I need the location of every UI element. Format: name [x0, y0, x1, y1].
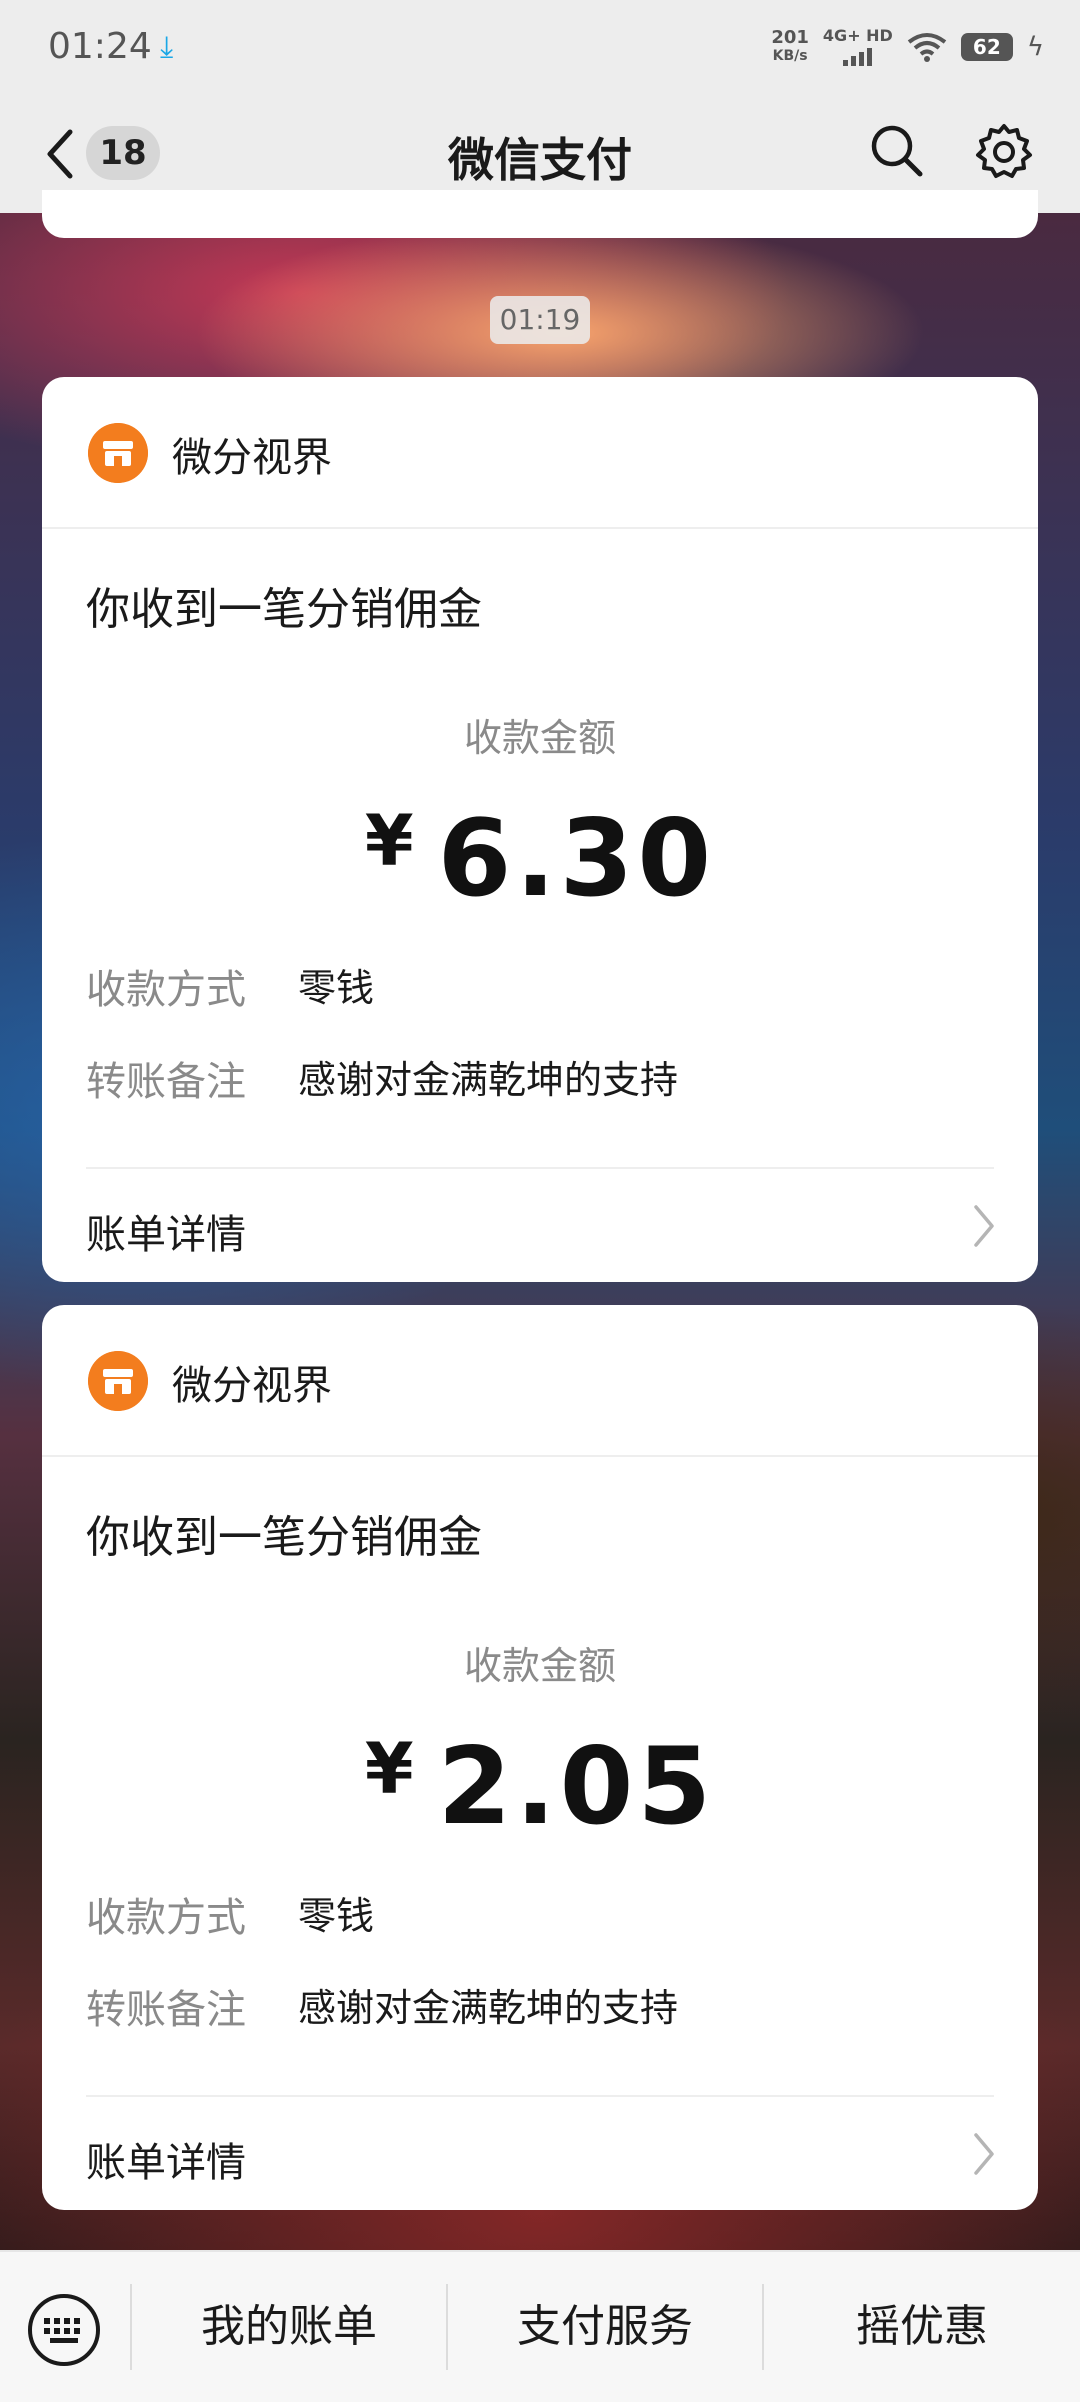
notification-title: 你收到一笔分销佣金 — [86, 584, 482, 635]
bill-details-link[interactable]: 账单详情 — [86, 2130, 246, 2188]
previous-message-card[interactable] — [42, 190, 1038, 238]
amount-label: 收款金额 — [463, 716, 616, 760]
card-header: 微分视界 — [42, 377, 1038, 529]
shop-icon — [88, 1351, 148, 1411]
tab-shake-deals[interactable]: 摇优惠 — [764, 2252, 1080, 2402]
tab-payment-services[interactable]: 支付服务 — [448, 2252, 762, 2402]
payment-method-label: 收款方式 — [86, 1895, 246, 1941]
status-time: 01:24 — [48, 26, 152, 67]
status-indicators: 201 KB/s 4G+ HD 62 ϟ — [771, 28, 1044, 66]
charging-bolt-icon: ϟ — [1026, 32, 1044, 62]
currency-symbol: ¥ — [364, 1728, 418, 1810]
amount-label: 收款金额 — [463, 1644, 616, 1688]
wifi-icon — [907, 33, 947, 62]
payment-method-value: 零钱 — [298, 966, 375, 1010]
transfer-note-value: 感谢对金满乾坤的支持 — [298, 1058, 679, 1102]
keyboard-icon[interactable] — [26, 2292, 102, 2368]
currency-symbol: ¥ — [364, 800, 418, 882]
chevron-right-icon — [974, 2133, 994, 2175]
network-speed-value: 201 — [771, 27, 809, 48]
card-header: 微分视界 — [42, 1305, 1038, 1457]
notification-title: 你收到一笔分销佣金 — [86, 1512, 482, 1563]
payment-method-label: 收款方式 — [86, 967, 246, 1013]
gear-icon[interactable] — [974, 122, 1034, 182]
merchant-name: 微分视界 — [172, 1363, 332, 1409]
transfer-note-label: 转账备注 — [86, 1987, 246, 2033]
payment-method-value: 零钱 — [298, 1894, 375, 1938]
amount: ¥2.05 — [42, 1725, 1038, 1848]
network-type: 4G+ HD — [822, 26, 893, 45]
message-timestamp: 01:19 — [490, 296, 590, 344]
amount: ¥6.30 — [42, 797, 1038, 920]
status-bar: 01:24 ⤓ 201 KB/s 4G+ HD 62 ϟ — [0, 0, 1080, 100]
battery-icon: 62 — [960, 33, 1013, 61]
tab-my-bills[interactable]: 我的账单 — [132, 2252, 446, 2402]
divider — [86, 1167, 994, 1169]
divider — [86, 2095, 994, 2097]
amount-value: 6.30 — [437, 797, 716, 920]
amount-value: 2.05 — [437, 1725, 716, 1848]
bill-details-link[interactable]: 账单详情 — [86, 1202, 246, 1260]
bottom-menu-bar: 我的账单 支付服务 摇优惠 — [0, 2250, 1080, 2402]
transfer-note-label: 转账备注 — [86, 1059, 246, 1105]
network-speed: 201 KB/s — [771, 29, 809, 65]
payment-notification-card[interactable]: 微分视界 你收到一笔分销佣金 收款金额 ¥2.05 收款方式 零钱 转账备注 感… — [42, 1305, 1038, 2210]
merchant-name: 微分视界 — [172, 435, 332, 481]
shop-icon — [88, 423, 148, 483]
chevron-right-icon — [974, 1205, 994, 1247]
signal-bars-icon — [843, 44, 873, 66]
download-arrow-icon: ⤓ — [160, 30, 174, 65]
transfer-note-value: 感谢对金满乾坤的支持 — [298, 1986, 679, 2030]
search-icon[interactable] — [868, 122, 924, 178]
payment-notification-card[interactable]: 微分视界 你收到一笔分销佣金 收款金额 ¥6.30 收款方式 零钱 转账备注 感… — [42, 377, 1038, 1282]
network-speed-unit: KB/s — [772, 48, 808, 64]
cellular-indicator: 4G+ HD — [823, 28, 893, 66]
